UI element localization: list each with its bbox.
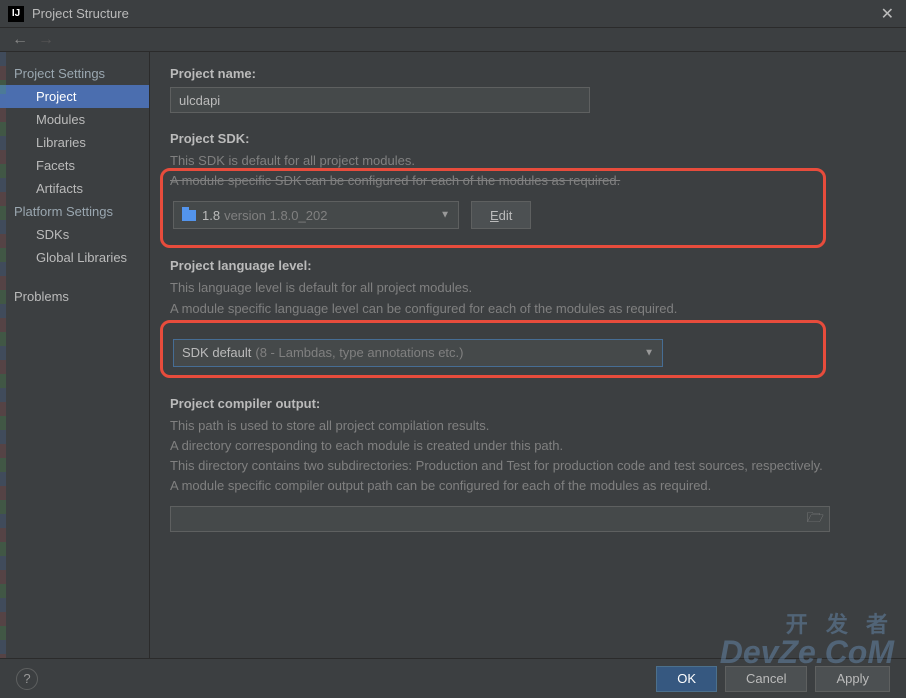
compiler-output-desc2: A directory corresponding to each module… — [170, 437, 886, 455]
sidebar-item-artifacts[interactable]: Artifacts — [0, 177, 149, 200]
sidebar-item-facets[interactable]: Facets — [0, 154, 149, 177]
project-sdk-dropdown[interactable]: 1.8 version 1.8.0_202 ▼ — [173, 201, 459, 229]
project-name-section: Project name: — [170, 66, 886, 113]
folder-icon — [182, 210, 196, 221]
sidebar-gutter-icons — [0, 52, 6, 658]
nav-bar: ← → — [0, 28, 906, 52]
compiler-output-label: Project compiler output: — [170, 396, 886, 411]
sidebar-item-modules[interactable]: Modules — [0, 108, 149, 131]
sidebar: Project Settings Project Modules Librari… — [0, 52, 150, 658]
window-title: Project Structure — [32, 6, 877, 21]
dialog-footer: ? OK Cancel Apply — [0, 658, 906, 698]
title-bar: IJ Project Structure ✕ — [0, 0, 906, 28]
sidebar-header-project-settings: Project Settings — [0, 62, 149, 85]
language-level-dropdown[interactable]: SDK default (8 - Lambdas, type annotatio… — [173, 339, 663, 367]
compiler-output-desc3: This directory contains two subdirectori… — [170, 457, 886, 475]
language-level-desc2: A module specific language level can be … — [170, 300, 886, 318]
help-button[interactable]: ? — [16, 668, 38, 690]
compiler-output-desc1: This path is used to store all project c… — [170, 417, 886, 435]
language-dropdown-value: SDK default — [182, 345, 251, 360]
sidebar-item-project[interactable]: Project — [0, 85, 149, 108]
language-level-desc1: This language level is default for all p… — [170, 279, 886, 297]
sidebar-item-global-libraries[interactable]: Global Libraries — [0, 246, 149, 269]
project-sdk-label: Project SDK: — [170, 131, 886, 146]
annotation-box-language: SDK default (8 - Lambdas, type annotatio… — [160, 320, 826, 378]
forward-arrow-icon[interactable]: → — [38, 31, 54, 49]
sdk-dropdown-version: version 1.8.0_202 — [224, 208, 327, 223]
close-icon[interactable]: ✕ — [877, 4, 898, 24]
compiler-output-input[interactable] — [170, 506, 830, 532]
edit-sdk-button[interactable]: Edit — [471, 201, 531, 229]
compiler-output-desc4: A module specific compiler output path c… — [170, 477, 886, 495]
compiler-output-section: Project compiler output: This path is us… — [170, 396, 886, 532]
app-icon: IJ — [8, 6, 24, 22]
project-name-label: Project name: — [170, 66, 886, 81]
ok-button[interactable]: OK — [656, 666, 717, 692]
sidebar-header-platform-settings: Platform Settings — [0, 200, 149, 223]
main-panel: Project name: Project SDK: This SDK is d… — [150, 52, 906, 658]
browse-folder-icon[interactable]: 🗁 — [807, 507, 824, 531]
sdk-dropdown-value: 1.8 — [202, 208, 220, 223]
language-dropdown-sub: (8 - Lambdas, type annotations etc.) — [255, 345, 463, 360]
language-level-label: Project language level: — [170, 258, 886, 273]
sidebar-item-sdks[interactable]: SDKs — [0, 223, 149, 246]
project-sdk-section: Project SDK: This SDK is default for all… — [170, 131, 886, 248]
language-level-section: Project language level: This language le… — [170, 258, 886, 377]
chevron-down-icon: ▼ — [440, 210, 450, 221]
project-name-input[interactable] — [170, 87, 590, 113]
back-arrow-icon[interactable]: ← — [12, 31, 28, 49]
cancel-button[interactable]: Cancel — [725, 666, 807, 692]
sidebar-item-problems[interactable]: Problems — [0, 285, 149, 308]
apply-button[interactable]: Apply — [815, 666, 890, 692]
chevron-down-icon: ▼ — [644, 347, 654, 358]
sidebar-item-libraries[interactable]: Libraries — [0, 131, 149, 154]
